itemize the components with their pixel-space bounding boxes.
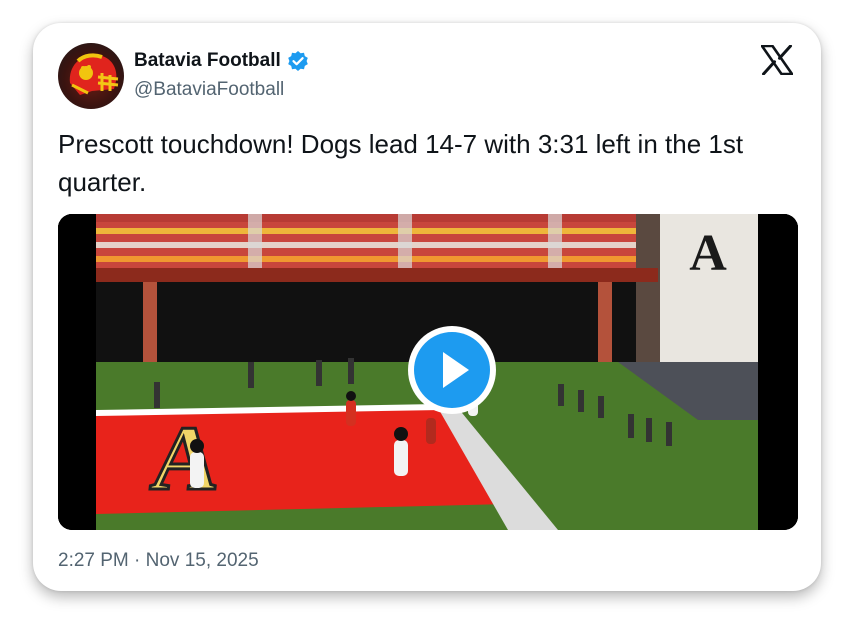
x-logo-icon[interactable] <box>760 44 794 76</box>
verified-badge-icon <box>287 50 309 72</box>
author-info: Batavia Football @BataviaFootball <box>134 49 309 101</box>
end-zone-letter: A <box>147 407 224 509</box>
play-icon <box>408 326 496 414</box>
author-name[interactable]: Batavia Football <box>134 50 281 72</box>
screenshot-stage: Batavia Football @BataviaFootball Presco… <box>0 0 854 636</box>
football-helmet-icon <box>69 53 119 95</box>
tweet-text: Prescott touchdown! Dogs lead 14-7 with … <box>58 129 744 197</box>
tweet-card[interactable]: Batavia Football @BataviaFootball Presco… <box>33 23 821 591</box>
author-avatar[interactable] <box>58 43 124 109</box>
stadium-letter: A <box>689 225 727 282</box>
author-handle[interactable]: @BataviaFootball <box>134 79 309 101</box>
video-player[interactable]: A A <box>58 214 798 530</box>
play-button[interactable] <box>406 324 498 416</box>
tweet-timestamp[interactable]: 2:27 PM · Nov 15, 2025 <box>58 550 259 572</box>
